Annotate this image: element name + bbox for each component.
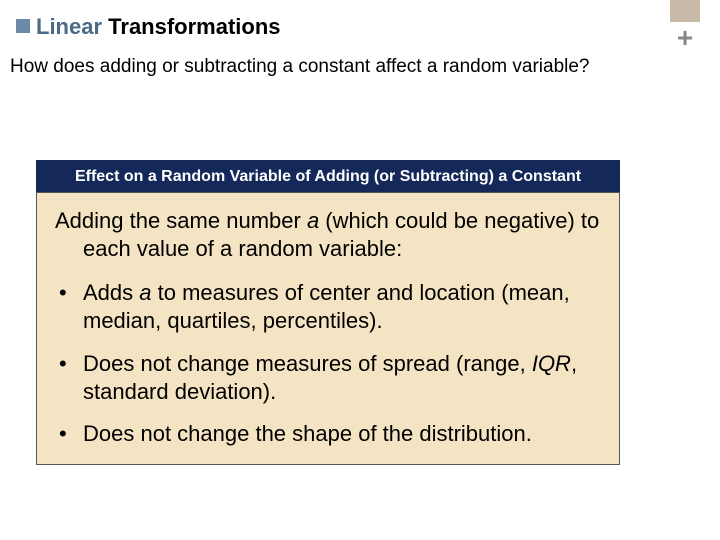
bullet-list: Adds a to measures of center and locatio… [53, 279, 603, 448]
item-a: IQR [532, 351, 571, 376]
sidebar-title: Transforming and Combining Random Variab… [687, 0, 713, 52]
lead-part2: (which could be negative) to [319, 208, 599, 233]
item-post: to measures of center and location (mean… [83, 280, 570, 333]
slide: + Transforming and Combining Random Vari… [0, 0, 720, 540]
item-pre: Does not change measures of spread (rang… [83, 351, 532, 376]
list-item: Does not change measures of spread (rang… [53, 350, 603, 406]
bullet-square-icon [16, 19, 30, 33]
lead-part1: Adding the same number [55, 208, 307, 233]
title-linear: Linear [36, 14, 102, 39]
title-rest: Transformations [108, 14, 280, 39]
lead-a: a [307, 208, 319, 233]
lead-text: Adding the same number a (which could be… [53, 207, 603, 263]
item-pre: Does not change the shape of the distrib… [83, 421, 532, 446]
item-a: a [139, 280, 151, 305]
list-item: Adds a to measures of center and locatio… [53, 279, 603, 335]
content-box: Adding the same number a (which could be… [36, 192, 620, 465]
list-item: Does not change the shape of the distrib… [53, 420, 603, 448]
lead-part3: each value of a random variable: [83, 235, 603, 263]
box-header: Effect on a Random Variable of Adding (o… [36, 160, 620, 194]
slide-title: Linear Transformations [16, 14, 281, 40]
item-pre: Adds [83, 280, 139, 305]
question-text: How does adding or subtracting a constan… [10, 56, 590, 78]
